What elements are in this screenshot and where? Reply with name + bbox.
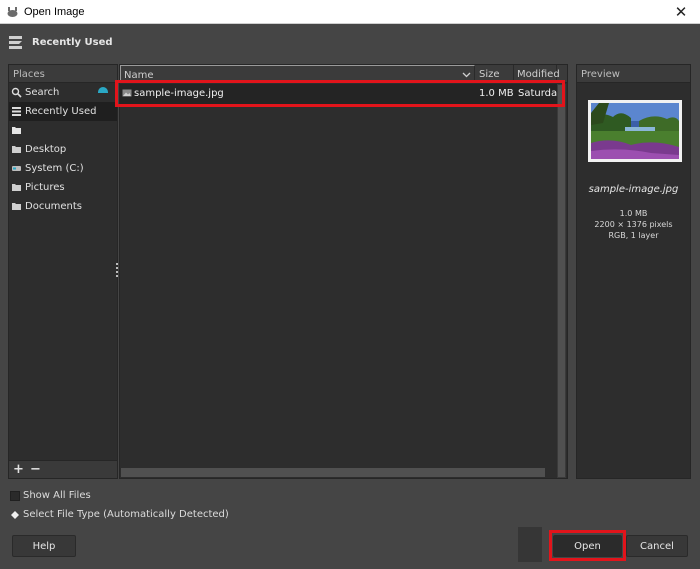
places-panel: Places Search Recently Used Desktop Syst…	[8, 64, 118, 479]
preview-dimensions: 2200 × 1376 pixels	[594, 220, 673, 229]
places-item-desktop[interactable]: Desktop	[9, 140, 117, 159]
places-item-label: Recently Used	[25, 106, 97, 117]
places-header: Places	[9, 65, 117, 83]
folder-icon	[12, 127, 21, 134]
search-indicator-icon	[98, 87, 108, 93]
folder-icon	[12, 203, 21, 210]
select-file-type-label: Select File Type (Automatically Detected…	[23, 509, 229, 520]
preview-panel: Preview sample-image.jpg 1.0 MB 2200 × 1…	[576, 64, 691, 479]
places-item-label: Desktop	[25, 144, 67, 155]
places-item-recently-used[interactable]: Recently Used	[9, 102, 117, 121]
preview-mode: RGB, 1 layer	[608, 231, 659, 240]
search-icon	[11, 87, 22, 98]
open-button[interactable]: Open	[553, 535, 622, 557]
help-button[interactable]: Help	[12, 535, 76, 557]
current-location-label: Recently Used	[32, 37, 113, 48]
file-list-horizontal-scrollbar[interactable]	[121, 468, 545, 477]
landscape-thumbnail-image	[591, 103, 679, 159]
preview-thumbnail	[588, 100, 682, 162]
file-row-sample-image[interactable]: sample-image.jpg 1.0 MB Saturday	[120, 84, 563, 104]
places-item-documents[interactable]: Documents	[9, 197, 117, 216]
preview-filename: sample-image.jpg	[588, 184, 679, 195]
window-title: Open Image	[24, 6, 85, 18]
preview-info: 1.0 MB 2200 × 1376 pixels RGB, 1 layer	[577, 208, 690, 241]
places-toolbar: + −	[9, 460, 117, 478]
places-item-home[interactable]	[9, 121, 117, 140]
title-bar: Open Image ✕	[0, 0, 700, 24]
show-all-files-option[interactable]: Show All Files	[10, 490, 91, 501]
preview-size: 1.0 MB	[619, 209, 648, 218]
column-header-size[interactable]: Size	[476, 65, 514, 83]
file-list-header: Name Size Modified	[120, 65, 567, 83]
show-all-files-label: Show All Files	[23, 490, 91, 501]
folder-icon	[12, 184, 21, 191]
image-file-icon	[122, 89, 132, 97]
file-name: sample-image.jpg	[134, 88, 224, 99]
places-item-label: Pictures	[25, 182, 65, 193]
blank-button-area	[518, 527, 542, 562]
places-item-label: System (C:)	[25, 163, 84, 174]
preview-header: Preview	[577, 65, 690, 83]
remove-bookmark-button[interactable]: −	[30, 462, 41, 477]
show-all-files-checkbox[interactable]	[10, 490, 20, 501]
places-item-label: Search	[25, 87, 60, 98]
file-list-panel: Name Size Modified sample-image.jpg 1.0 …	[119, 64, 568, 479]
folder-icon	[12, 146, 21, 153]
file-list-vertical-scrollbar[interactable]	[557, 84, 566, 478]
drive-icon	[12, 166, 21, 171]
file-size: 1.0 MB	[479, 88, 514, 99]
recent-stack-icon	[9, 36, 22, 49]
places-item-pictures[interactable]: Pictures	[9, 178, 117, 197]
column-header-name[interactable]: Name	[120, 65, 475, 83]
expander-diamond-icon	[11, 510, 19, 519]
places-item-label: Documents	[25, 201, 83, 212]
places-item-system-drive[interactable]: System (C:)	[9, 159, 117, 178]
gimp-app-icon	[7, 7, 18, 17]
chevron-down-icon	[462, 72, 471, 78]
column-header-modified[interactable]: Modified	[514, 65, 560, 83]
select-file-type-expander[interactable]: Select File Type (Automatically Detected…	[10, 509, 229, 520]
recent-icon	[12, 107, 21, 116]
cancel-button[interactable]: Cancel	[626, 535, 688, 557]
add-bookmark-button[interactable]: +	[13, 462, 24, 477]
location-header: Recently Used	[0, 24, 700, 62]
places-item-search[interactable]: Search	[9, 83, 117, 102]
close-window-button[interactable]: ✕	[662, 0, 700, 24]
